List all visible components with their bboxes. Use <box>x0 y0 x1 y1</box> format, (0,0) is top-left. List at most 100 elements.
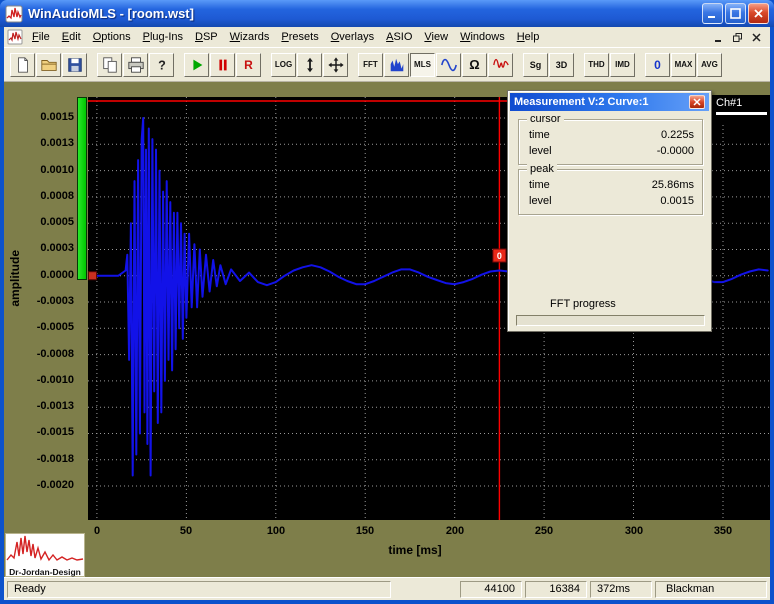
measurement-window: Measurement V:2 Curve:1 cursor time 0.22… <box>507 90 712 332</box>
menu-item-options[interactable]: Options <box>87 28 137 46</box>
toolbar-avg-button[interactable]: AVG <box>697 53 722 77</box>
toolbar-mls-label: MLS <box>414 60 431 69</box>
toolbar-spectrum-button[interactable] <box>384 53 409 77</box>
toolbar-sg-button[interactable]: Sg <box>523 53 548 77</box>
title-bar[interactable]: WinAudioMLS - [room.wst] <box>0 0 774 27</box>
peak-time-value: 25.86ms <box>652 179 694 191</box>
toolbar-omega-label: Ω <box>469 57 479 72</box>
toolbar-copy-button[interactable] <box>97 53 122 77</box>
x-tick-label: 250 <box>524 525 564 537</box>
mdi-minimize-button[interactable] <box>710 30 727 45</box>
move-icon <box>327 56 345 74</box>
toolbar-vertical-zoom-button[interactable] <box>297 53 322 77</box>
menu-item-file[interactable]: File <box>26 28 56 46</box>
mdi-window-buttons <box>710 30 768 45</box>
toolbar-save-button[interactable] <box>62 53 87 77</box>
peak-time-label: time <box>529 179 550 191</box>
cursor-level-value: -0.0000 <box>657 145 694 157</box>
measurement-title-bar[interactable]: Measurement V:2 Curve:1 <box>510 93 709 111</box>
toolbar-record-button[interactable]: R <box>236 53 261 77</box>
toolbar-log-scale-button[interactable]: LOG <box>271 53 296 77</box>
sine-icon <box>440 56 458 74</box>
measurement-close-button[interactable] <box>689 95 705 109</box>
varrow-icon <box>301 56 319 74</box>
y-tick-label: 0.0000 <box>12 269 74 281</box>
toolbar-fft-button[interactable]: FFT <box>358 53 383 77</box>
close-button[interactable] <box>748 3 769 24</box>
toolbar-sweep-button[interactable] <box>488 53 513 77</box>
legend-color-line <box>716 112 767 115</box>
toolbar-thd-button[interactable]: THD <box>584 53 609 77</box>
page-icon <box>14 56 32 74</box>
window-title: WinAudioMLS - [room.wst] <box>28 6 702 21</box>
minimize-button[interactable] <box>702 3 723 24</box>
vendor-logo: Dr-Jordan-Design <box>5 533 85 577</box>
x-tick-label: 100 <box>256 525 296 537</box>
app-icon <box>5 5 23 23</box>
x-tick-label: 50 <box>166 525 206 537</box>
menu-item-overlays[interactable]: Overlays <box>325 28 380 46</box>
zero-level-marker <box>89 272 97 280</box>
status-window-function: Blackman <box>655 581 767 598</box>
toolbar-pan-button[interactable] <box>323 53 348 77</box>
toolbar-thd-label: THD <box>588 60 604 69</box>
toolbar-omega-button[interactable]: Ω <box>462 53 487 77</box>
toolbar-mls-button[interactable]: MLS <box>410 53 435 77</box>
status-bar: Ready 44100 16384 372ms Blackman <box>4 577 770 600</box>
y-tick-label: -0.0008 <box>12 348 74 360</box>
menu-item-help[interactable]: Help <box>511 28 546 46</box>
menu-item-windows[interactable]: Windows <box>454 28 511 46</box>
y-tick-label: 0.0005 <box>12 216 74 228</box>
play-icon <box>188 56 206 74</box>
toolbar-sine-button[interactable] <box>436 53 461 77</box>
menu-item-dsp[interactable]: DSP <box>189 28 224 46</box>
toolbar-imd-button[interactable]: IMD <box>610 53 635 77</box>
menu-item-presets[interactable]: Presets <box>275 28 324 46</box>
peak-group: peak time 25.86ms level 0.0015 <box>518 169 703 215</box>
fft-progress-label: FFT progress <box>550 298 616 310</box>
svg-text:?: ? <box>158 58 166 72</box>
status-message: Ready <box>7 581 391 598</box>
toolbar-3d-button[interactable]: 3D <box>549 53 574 77</box>
floppy-icon <box>66 56 84 74</box>
document-icon[interactable] <box>7 29 23 45</box>
y-tick-label: 0.0010 <box>12 164 74 176</box>
toolbar-new-button[interactable] <box>10 53 35 77</box>
status-sample-rate: 44100 <box>460 581 522 598</box>
toolbar-pause-button[interactable] <box>210 53 235 77</box>
toolbar-sg-label: Sg <box>530 60 542 70</box>
toolbar-print-button[interactable] <box>123 53 148 77</box>
menu-item-edit[interactable]: Edit <box>56 28 87 46</box>
toolbar-zero-label: 0 <box>654 58 661 72</box>
cursor-group: cursor time 0.225s level -0.0000 <box>518 119 703 165</box>
toolbar-zero-button[interactable]: 0 <box>645 53 670 77</box>
status-duration: 372ms <box>590 581 652 598</box>
menu-item-plug-ins[interactable]: Plug-Ins <box>137 28 189 46</box>
toolbar-record-label: R <box>244 58 253 72</box>
y-tick-label: -0.0013 <box>12 400 74 412</box>
menu-item-view[interactable]: View <box>418 28 454 46</box>
toolbar-open-button[interactable] <box>36 53 61 77</box>
mdi-close-button[interactable] <box>748 30 765 45</box>
menu-item-asio[interactable]: ASIO <box>380 28 418 46</box>
menu-item-wizards[interactable]: Wizards <box>224 28 276 46</box>
toolbar-avg-label: AVG <box>701 60 718 69</box>
y-tick-label: -0.0018 <box>12 453 74 465</box>
y-tick-label: 0.0015 <box>12 111 74 123</box>
x-tick-label: 150 <box>345 525 385 537</box>
pause-icon <box>214 56 232 74</box>
copy-icon <box>101 56 119 74</box>
cursor-group-label: cursor <box>527 113 564 125</box>
folder-icon <box>40 56 58 74</box>
toolbar-log-scale-label: LOG <box>275 60 292 69</box>
toolbar-help-button[interactable]: ? <box>149 53 174 77</box>
help-icon: ? <box>153 56 171 74</box>
maximize-button[interactable] <box>725 3 746 24</box>
toolbar-max-button[interactable]: MAX <box>671 53 696 77</box>
channel-legend: Ch#1 <box>711 95 770 122</box>
mdi-restore-button[interactable] <box>729 30 746 45</box>
toolbar-play-button[interactable] <box>184 53 209 77</box>
level-meter <box>77 97 87 280</box>
printer-icon <box>127 56 145 74</box>
menu-bar: FileEditOptionsPlug-InsDSPWizardsPresets… <box>4 27 770 47</box>
